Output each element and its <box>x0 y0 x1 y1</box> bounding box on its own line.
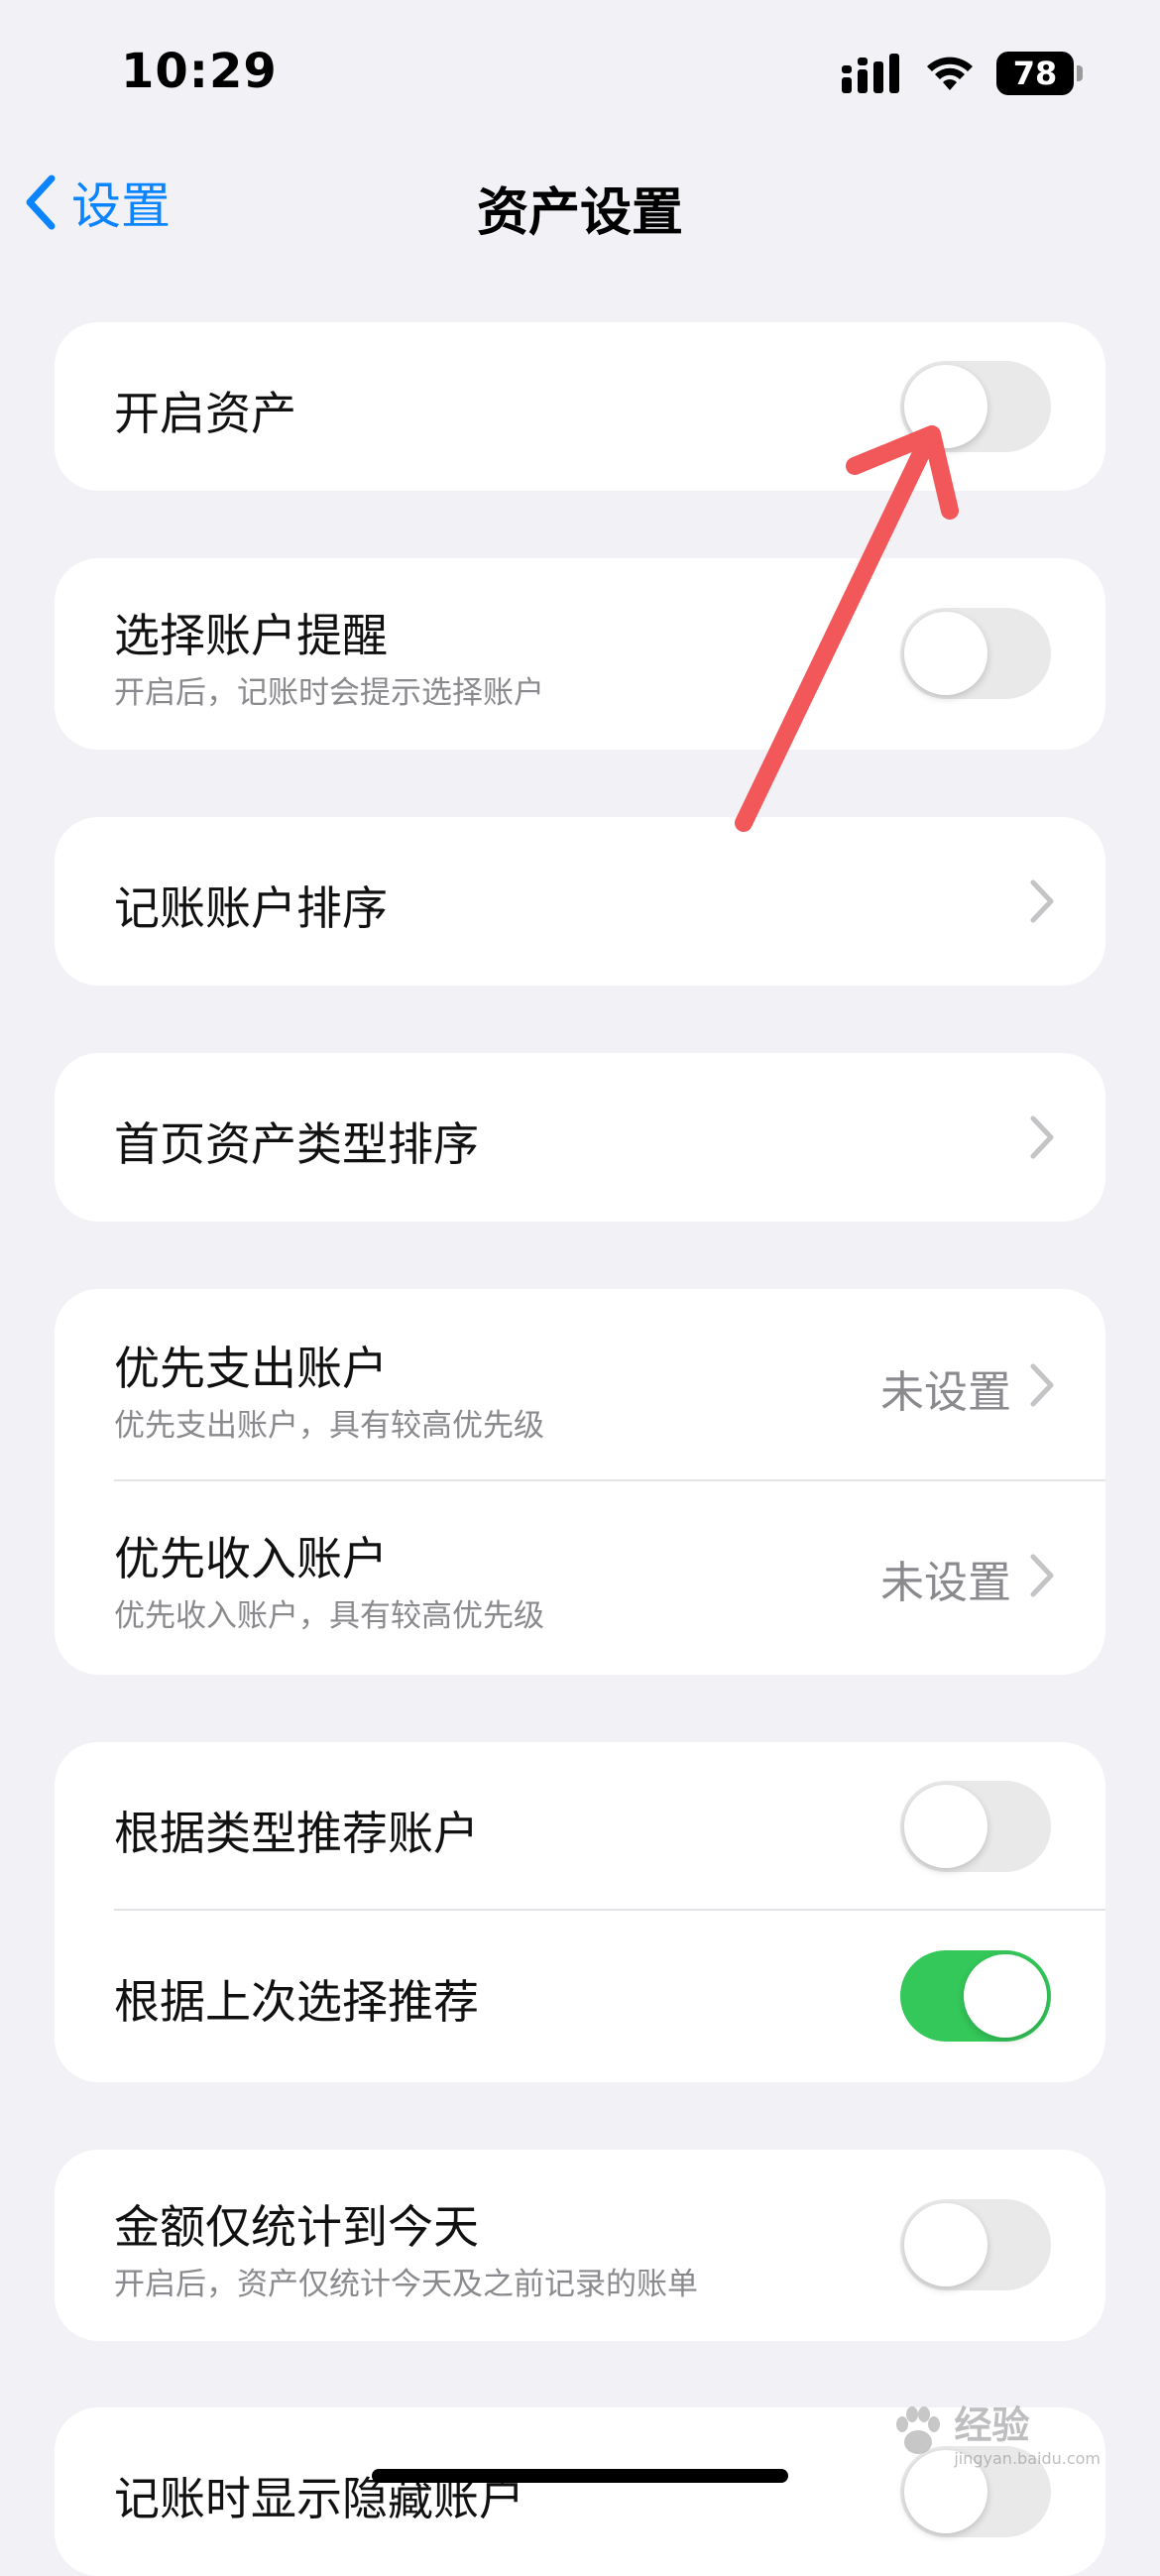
enable-assets-card: 开启资产 <box>55 322 1105 491</box>
chevron-right-icon <box>1030 879 1054 923</box>
account-reminder-description: 开启后，记账时会提示选择账户 <box>114 675 544 711</box>
account-reminder-label: 选择账户提醒 <box>114 609 388 662</box>
priority-income-description: 优先收入账户，具有较高优先级 <box>114 1598 544 1634</box>
home-indicator <box>372 2469 788 2483</box>
chevron-right-icon <box>1030 1115 1054 1159</box>
amount-until-today-toggle[interactable] <box>900 2199 1051 2290</box>
home-asset-type-sort-label: 首页资产类型排序 <box>114 1117 479 1171</box>
priority-expense-description: 优先支出账户，具有较高优先级 <box>114 1408 544 1444</box>
baidu-paw-icon <box>896 2406 941 2454</box>
priority-income-row[interactable]: 优先收入账户 优先收入账户，具有较高优先级 未设置 <box>55 1481 1105 1675</box>
amount-until-today-card: 金额仅统计到今天 开启后，资产仅统计今天及之前记录的账单 <box>55 2150 1105 2341</box>
navigation-bar: 设置 资产设置 <box>0 149 1160 260</box>
baidu-watermark: 经验 jingyan.baidu.com <box>890 2395 1101 2468</box>
account-reminder-toggle[interactable] <box>900 608 1051 699</box>
watermark-text-group: 经验 jingyan.baidu.com <box>954 2395 1101 2468</box>
cellular-signal-icon <box>842 54 899 93</box>
priority-expense-value: 未设置 <box>880 1367 1011 1418</box>
priority-expense-label: 优先支出账户 <box>114 1342 388 1395</box>
amount-until-today-label: 金额仅统计到今天 <box>114 2200 479 2254</box>
priority-income-value: 未设置 <box>880 1558 1011 1608</box>
account-sort-card: 记账账户排序 <box>55 817 1105 986</box>
enable-assets-row[interactable]: 开启资产 <box>55 322 1105 491</box>
recommend-by-type-row[interactable]: 根据类型推荐账户 <box>55 1742 1105 1911</box>
home-asset-type-sort-card: 首页资产类型排序 <box>55 1053 1105 1222</box>
wifi-icon <box>927 57 973 90</box>
recommendation-card: 根据类型推荐账户 根据上次选择推荐 <box>55 1742 1105 2082</box>
watermark-domain: jingyan.baidu.com <box>954 2449 1101 2468</box>
amount-until-today-row[interactable]: 金额仅统计到今天 开启后，资产仅统计今天及之前记录的账单 <box>55 2150 1105 2341</box>
enable-assets-label: 开启资产 <box>114 387 296 440</box>
status-icons: 78 <box>842 52 1083 95</box>
priority-expense-row[interactable]: 优先支出账户 优先支出账户，具有较高优先级 未设置 <box>55 1289 1105 1481</box>
priority-income-label: 优先收入账户 <box>114 1532 388 1585</box>
recommend-by-last-label: 根据上次选择推荐 <box>114 1975 479 2029</box>
status-time: 10:29 <box>121 44 278 99</box>
amount-until-today-description: 开启后，资产仅统计今天及之前记录的账单 <box>114 2267 698 2302</box>
recommend-by-type-toggle[interactable] <box>900 1781 1051 1872</box>
account-reminder-card: 选择账户提醒 开启后，记账时会提示选择账户 <box>55 558 1105 750</box>
watermark-text: 经验 <box>954 2403 1030 2447</box>
chevron-right-icon <box>1030 1554 1054 1597</box>
account-sort-row[interactable]: 记账账户排序 <box>55 817 1105 986</box>
account-sort-label: 记账账户排序 <box>114 881 388 935</box>
recommend-by-type-label: 根据类型推荐账户 <box>114 1807 479 1860</box>
priority-accounts-card: 优先支出账户 优先支出账户，具有较高优先级 未设置 优先收入账户 优先收入账户，… <box>55 1289 1105 1675</box>
account-reminder-row[interactable]: 选择账户提醒 开启后，记账时会提示选择账户 <box>55 558 1105 750</box>
recommend-by-last-row[interactable]: 根据上次选择推荐 <box>55 1911 1105 2082</box>
battery-icon: 78 <box>996 52 1083 95</box>
battery-level: 78 <box>996 52 1074 95</box>
enable-assets-toggle[interactable] <box>900 361 1051 452</box>
recommend-by-last-toggle[interactable] <box>900 1950 1051 2042</box>
chevron-right-icon <box>1030 1363 1054 1407</box>
page-title: 资产设置 <box>476 183 683 243</box>
home-asset-type-sort-row[interactable]: 首页资产类型排序 <box>55 1053 1105 1222</box>
status-bar: 10:29 78 <box>0 0 1160 149</box>
